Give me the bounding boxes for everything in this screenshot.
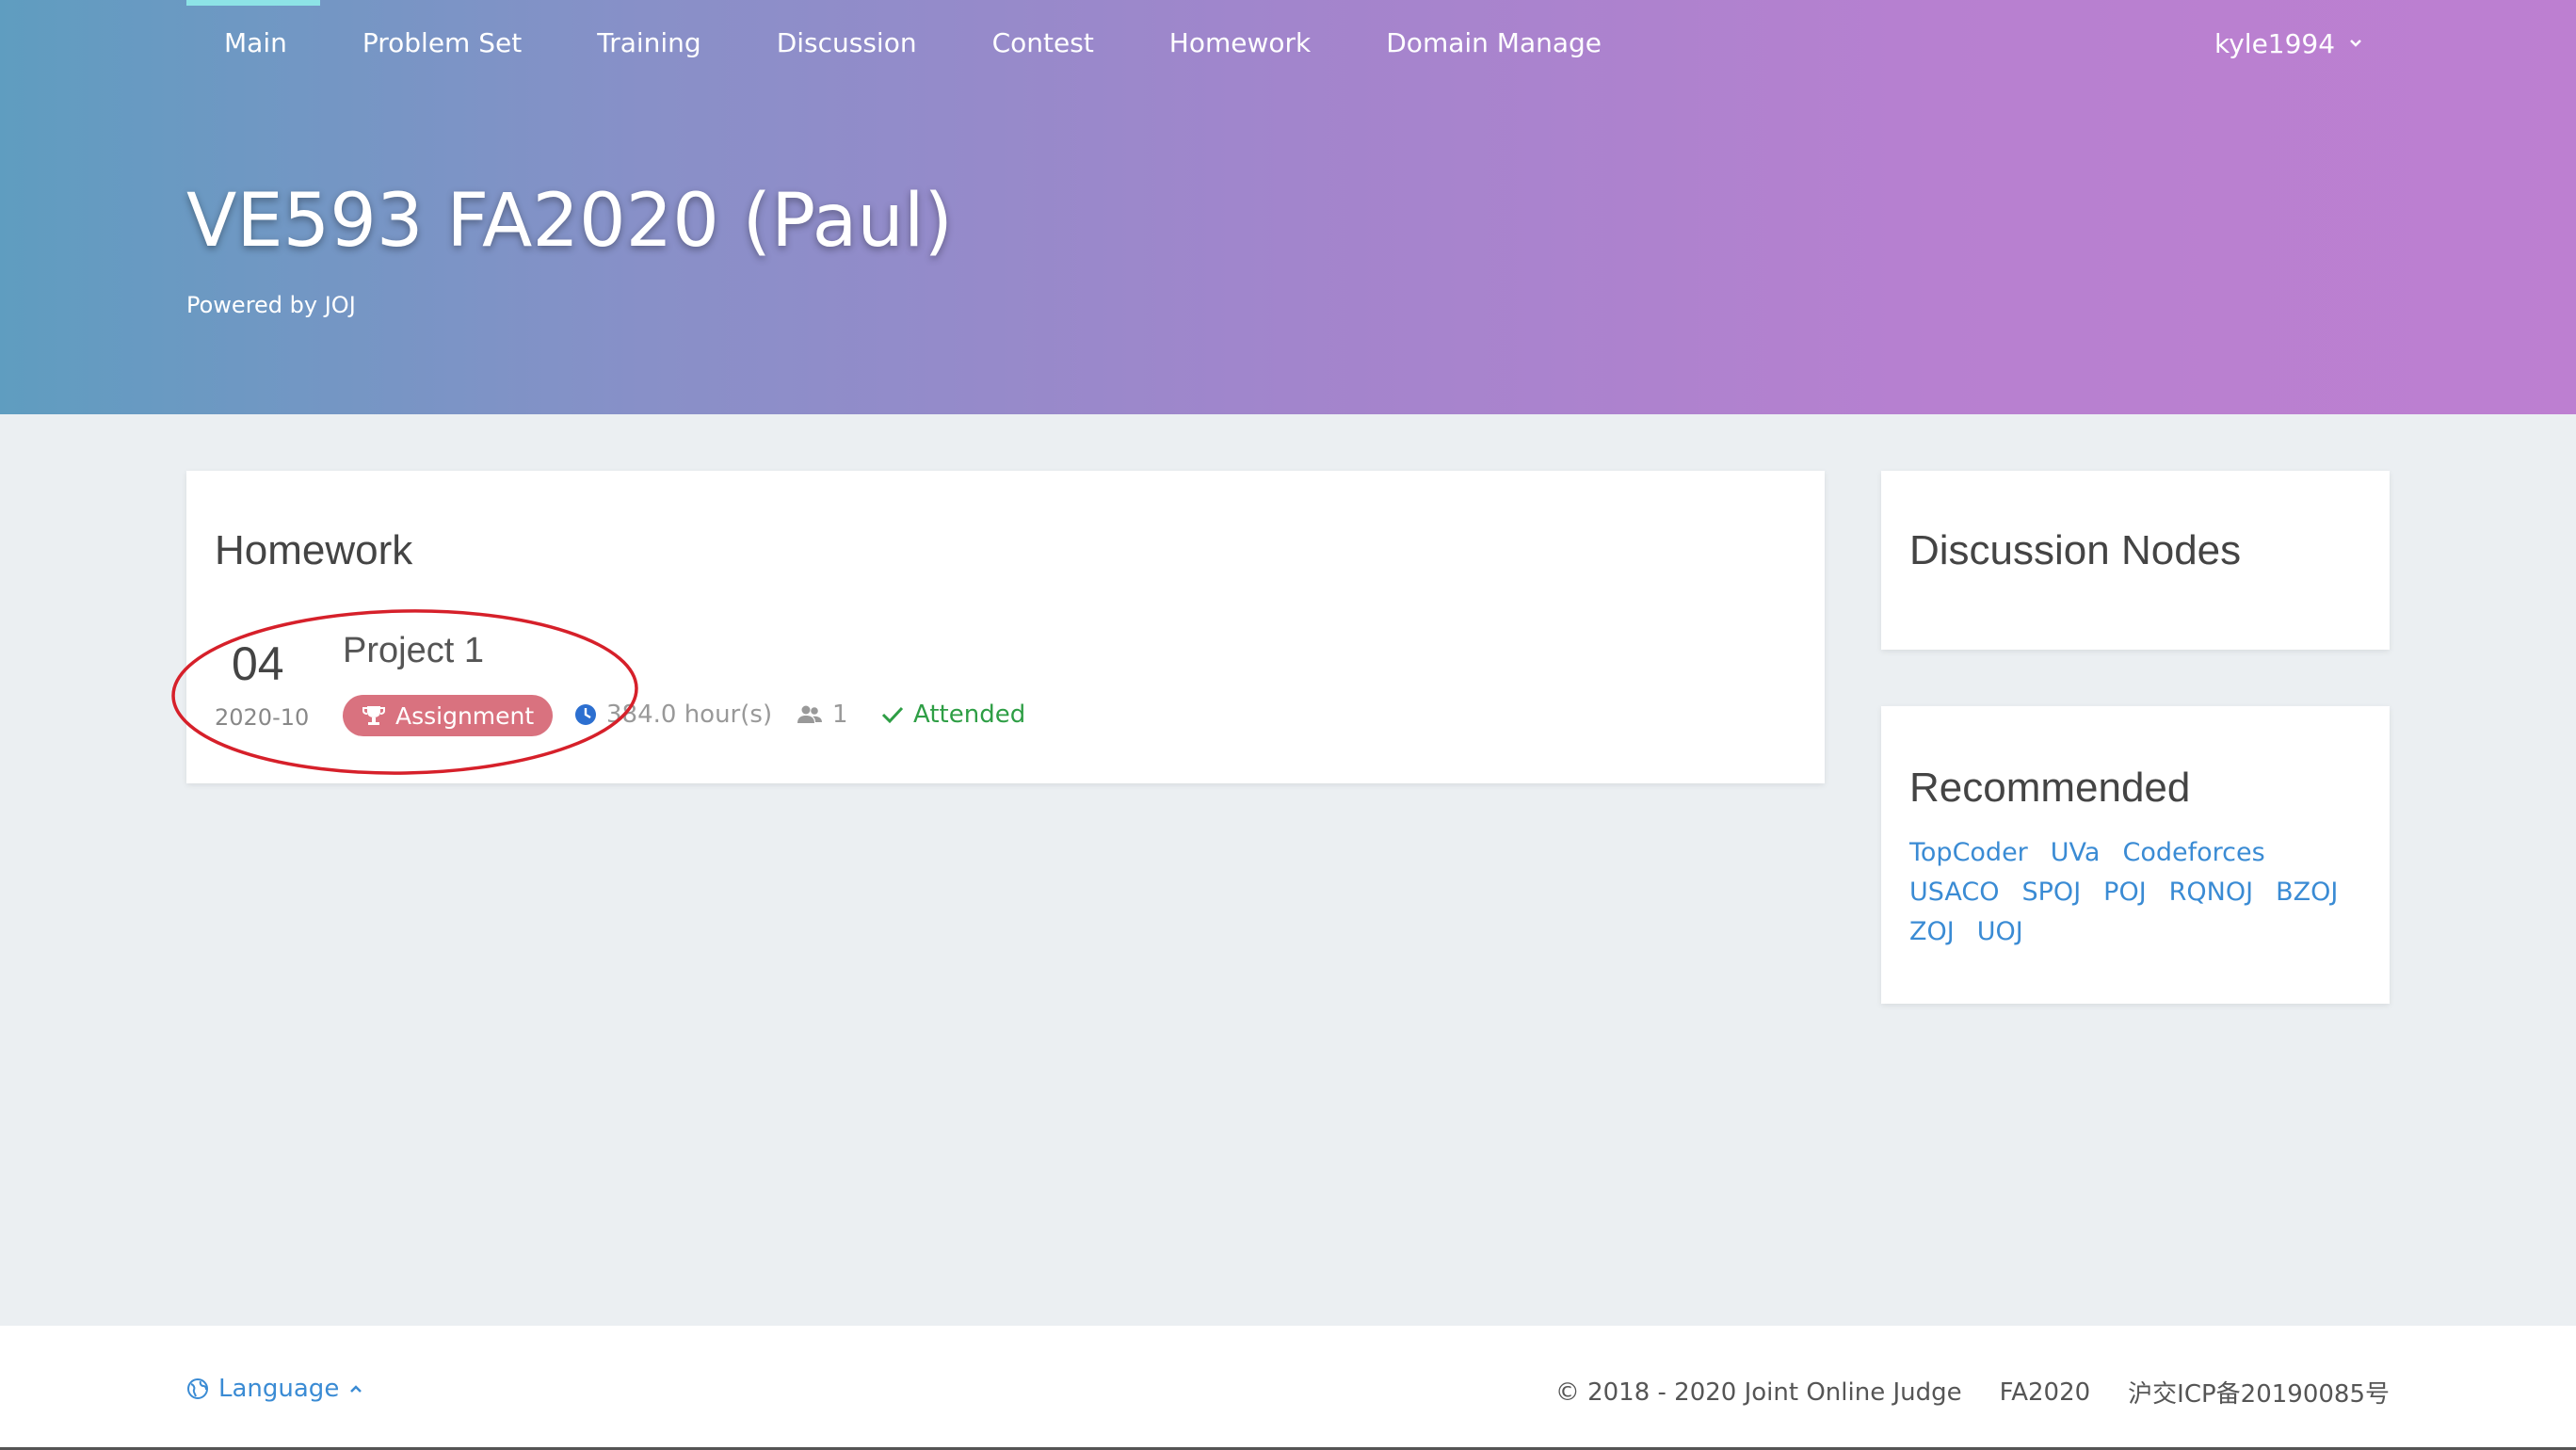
footer-info: © 2018 - 2020 Joint Online Judge FA2020 … xyxy=(1555,1375,2390,1410)
nav-item-discussion[interactable]: Discussion xyxy=(739,0,955,87)
homework-date-month: 2020-10 xyxy=(215,704,310,731)
link-topcoder[interactable]: TopCoder xyxy=(1909,838,2028,868)
discussion-nodes-panel: Discussion Nodes xyxy=(1881,471,2390,650)
assignment-badge: Assignment xyxy=(343,695,554,736)
link-uoj[interactable]: UOJ xyxy=(1977,917,2023,947)
homework-panel: Homework 04 2020-10 Project 1 Assignment xyxy=(186,471,1825,783)
badge-label: Assignment xyxy=(395,701,535,730)
language-selector[interactable]: Language xyxy=(186,1375,363,1403)
nav-item-problem-set[interactable]: Problem Set xyxy=(325,0,559,87)
link-spoj[interactable]: SPOJ xyxy=(2022,878,2082,908)
chevron-up-icon xyxy=(348,1381,363,1396)
participants-count: 1 xyxy=(832,701,848,729)
main-nav: Main Problem Set Training Discussion Con… xyxy=(186,0,1639,87)
link-zoj[interactable]: ZOJ xyxy=(1909,917,1955,947)
page-header: Main Problem Set Training Discussion Con… xyxy=(0,0,2576,414)
recommended-title: Recommended xyxy=(1909,765,2191,811)
nav-item-training[interactable]: Training xyxy=(559,0,738,87)
homework-duration: 384.0 hour(s) xyxy=(574,701,772,729)
link-bzoj[interactable]: BZOJ xyxy=(2276,878,2338,908)
duration-value: 384.0 hour(s) xyxy=(606,701,773,729)
page-title: VE593 FA2020 (Paul) xyxy=(186,179,953,264)
homework-title-link[interactable]: Project 1 xyxy=(343,631,484,671)
homework-participants: 1 xyxy=(797,701,848,729)
nav-item-main[interactable]: Main xyxy=(186,0,325,87)
nav-item-homework[interactable]: Homework xyxy=(1132,0,1348,87)
nav-item-contest[interactable]: Contest xyxy=(955,0,1132,87)
link-usaco[interactable]: USACO xyxy=(1909,878,2000,908)
nav-item-domain-manage[interactable]: Domain Manage xyxy=(1348,0,1639,87)
homework-date-day: 04 xyxy=(232,637,284,690)
icp-link[interactable]: 沪交ICP备20190085号 xyxy=(2128,1375,2390,1410)
recommended-panel: Recommended TopCoder UVa Codeforces USAC… xyxy=(1881,706,2390,1004)
user-menu[interactable]: kyle1994 xyxy=(2214,0,2363,87)
chevron-down-icon xyxy=(2348,36,2363,51)
check-icon xyxy=(881,705,904,724)
link-poj[interactable]: POJ xyxy=(2103,878,2147,908)
page-footer: Language © 2018 - 2020 Joint Online Judg… xyxy=(0,1326,2576,1450)
link-rqnoj[interactable]: RQNOJ xyxy=(2169,878,2253,908)
copyright-text: © 2018 - 2020 Joint Online Judge xyxy=(1554,1378,1962,1407)
globe-icon xyxy=(186,1378,209,1400)
trophy-icon xyxy=(362,704,386,727)
clock-icon xyxy=(574,703,597,726)
people-icon xyxy=(797,704,823,725)
language-label: Language xyxy=(218,1375,340,1403)
attended-status: Attended xyxy=(881,701,1025,729)
discussion-nodes-title: Discussion Nodes xyxy=(1909,527,2242,573)
username: kyle1994 xyxy=(2214,27,2336,59)
homework-panel-title: Homework xyxy=(215,527,413,573)
link-codeforces[interactable]: Codeforces xyxy=(2122,838,2264,868)
attended-label: Attended xyxy=(913,701,1026,729)
recommended-links: TopCoder UVa Codeforces USACO SPOJ POJ R… xyxy=(1909,838,2371,947)
link-uva[interactable]: UVa xyxy=(2051,838,2101,868)
page-subtitle: Powered by JOJ xyxy=(186,292,356,318)
version-text: FA2020 xyxy=(1999,1378,2091,1407)
